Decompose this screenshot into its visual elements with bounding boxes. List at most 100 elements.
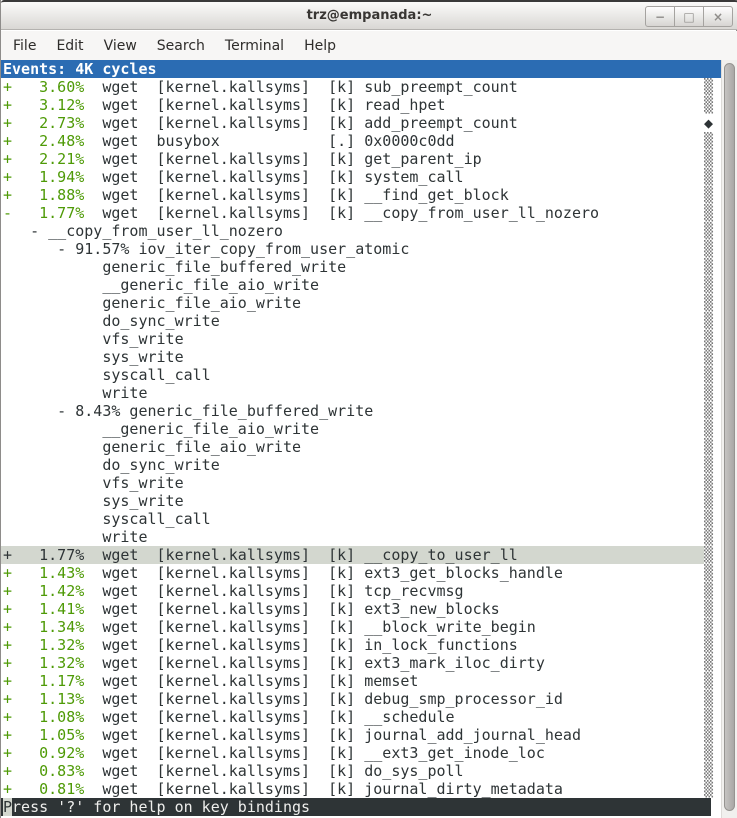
scroll-shade-icon: ▒ [704, 546, 713, 564]
menu-item-search[interactable]: Search [147, 34, 215, 58]
row-text: wget [kernel.kallsyms] [k] sub_preempt_c… [84, 78, 517, 96]
scroll-shade-icon: ▒ [704, 186, 713, 204]
row-text: wget [kernel.kallsyms] [k] system_call [84, 168, 463, 186]
hist-row[interactable]: + 3.12% wget [kernel.kallsyms] [k] read_… [1, 96, 721, 114]
hist-row[interactable]: vfs_write▒ [1, 474, 721, 492]
scroll-shade-icon: ▒ [704, 402, 713, 420]
hist-row[interactable]: sys_write ▒ [1, 492, 721, 510]
hist-row[interactable]: + 0.92% wget [kernel.kallsyms] [k] __ext… [1, 744, 721, 762]
scroll-shade-icon: ▒ [704, 492, 713, 510]
scroll-shade-icon: ▒ [704, 564, 713, 582]
title-bar[interactable]: trz@empanada:~ − □ × [1, 0, 737, 30]
hist-row[interactable]: do_sync_write▒ [1, 456, 721, 474]
terminal-cursor: P [3, 798, 12, 816]
scroll-shade-icon: ▒ [704, 204, 713, 222]
hist-row[interactable]: + 1.08% wget [kernel.kallsyms] [k] __sch… [1, 708, 721, 726]
hist-row[interactable]: do_sync_write▒ [1, 312, 721, 330]
terminal-content: Events: 4K cycles + 3.60% wget [kernel.k… [1, 60, 721, 818]
hist-row[interactable]: + 1.94% wget [kernel.kallsyms] [k] syste… [1, 168, 721, 186]
hist-row[interactable]: + 0.81% wget [kernel.kallsyms] [k] journ… [1, 780, 721, 798]
hist-row[interactable]: generic_file_aio_write▒ [1, 294, 721, 312]
hist-row[interactable]: + 1.88% wget [kernel.kallsyms] [k] __fin… [1, 186, 721, 204]
scroll-shade-icon: ▒ [704, 456, 713, 474]
hist-row[interactable]: generic_file_aio_write▒ [1, 438, 721, 456]
menu-item-file[interactable]: File [3, 34, 46, 58]
scrollbar[interactable] [721, 60, 737, 818]
hist-row[interactable]: __generic_file_aio_write▒ [1, 420, 721, 438]
close-icon: × [713, 10, 723, 24]
hist-row[interactable]: + 1.43% wget [kernel.kallsyms] [k] ext3_… [1, 564, 721, 582]
row-text: wget [kernel.kallsyms] [k] memset [84, 672, 418, 690]
hist-row[interactable]: + 2.48% wget busybox [.] 0x0000c0dd▒ [1, 132, 721, 150]
hist-row[interactable]: + 1.34% wget [kernel.kallsyms] [k] __blo… [1, 618, 721, 636]
menu-item-help[interactable]: Help [294, 34, 346, 58]
scrollbar-thumb[interactable] [724, 63, 735, 811]
menu-bar: FileEditViewSearchTerminalHelp [1, 31, 737, 60]
row-percent: + 0.81% [3, 780, 84, 798]
row-text: wget [kernel.kallsyms] [k] get_parent_ip [84, 150, 481, 168]
row-text: wget [kernel.kallsyms] [k] journal_add_j… [84, 726, 581, 744]
hist-row[interactable]: + 1.13% wget [kernel.kallsyms] [k] debug… [1, 690, 721, 708]
hist-row[interactable]: sys_write▒ [1, 348, 721, 366]
row-text: vfs_write [3, 474, 184, 492]
scroll-shade-icon: ▒ [704, 96, 713, 114]
menu-item-view[interactable]: View [94, 34, 147, 58]
scroll-shade-icon: ▒ [704, 708, 713, 726]
hist-row[interactable]: - 1.77% wget [kernel.kallsyms] [k] __cop… [1, 204, 721, 222]
hist-row[interactable]: write▒ [1, 528, 721, 546]
hist-row[interactable]: - 91.57% iov_iter_copy_from_user_atomic▒ [1, 240, 721, 258]
row-text: - 91.57% iov_iter_copy_from_user_atomic [3, 240, 409, 258]
scroll-shade-icon: ▒ [704, 258, 713, 276]
row-text: generic_file_aio_write [3, 294, 301, 312]
terminal-window: trz@empanada:~ − □ × FileEditViewSearchT… [0, 0, 737, 818]
hist-row[interactable]: syscall_call▒ [1, 510, 721, 528]
hist-row[interactable]: + 0.83% wget [kernel.kallsyms] [k] do_sy… [1, 762, 721, 780]
row-text: sys_write [3, 492, 184, 510]
scroll-shade-icon: ▒ [704, 528, 713, 546]
hist-row[interactable]: write▒ [1, 384, 721, 402]
hist-row[interactable]: + 1.32% wget [kernel.kallsyms] [k] in_lo… [1, 636, 721, 654]
row-text: wget [kernel.kallsyms] [k] read_hpet [84, 96, 445, 114]
hist-row[interactable]: generic_file_buffered_write▒ [1, 258, 721, 276]
scroll-shade-icon: ▒ [704, 672, 713, 690]
row-text: - __copy_from_user_ll_nozero [3, 222, 283, 240]
hist-row[interactable]: __generic_file_aio_write▒ [1, 276, 721, 294]
hist-row[interactable]: + 1.42% wget [kernel.kallsyms] [k] tcp_r… [1, 582, 721, 600]
scroll-shade-icon: ▒ [704, 780, 713, 798]
scroll-shade-icon: ▒ [704, 222, 713, 240]
row-text: write [3, 384, 148, 402]
hist-row[interactable]: + 1.32% wget [kernel.kallsyms] [k] ext3_… [1, 654, 721, 672]
hist-row[interactable]: vfs_write▒ [1, 330, 721, 348]
row-text: vfs_write [3, 330, 184, 348]
row-percent: + 1.34% [3, 618, 84, 636]
row-percent: + 1.05% [3, 726, 84, 744]
hist-row[interactable]: + 1.41% wget [kernel.kallsyms] [k] ext3_… [1, 600, 721, 618]
hist-row[interactable]: + 2.21% wget [kernel.kallsyms] [k] get_p… [1, 150, 721, 168]
row-percent: + 3.12% [3, 96, 84, 114]
scroll-shade-icon: ▒ [704, 438, 713, 456]
row-text: wget [kernel.kallsyms] [k] in_lock_funct… [84, 636, 517, 654]
row-percent: + 3.60% [3, 78, 84, 96]
row-percent: + 1.43% [3, 564, 84, 582]
maximize-button[interactable]: □ [674, 6, 704, 27]
status-text: ress '?' for help on key bindings [12, 798, 310, 816]
menu-item-terminal[interactable]: Terminal [215, 34, 294, 58]
row-percent: + 1.17% [3, 672, 84, 690]
minimize-button[interactable]: − [645, 6, 675, 27]
row-text: wget [kernel.kallsyms] [k] debug_smp_pro… [84, 690, 563, 708]
hist-row[interactable]: - __copy_from_user_ll_nozero ▒ [1, 222, 721, 240]
scroll-shade-icon: ▒ [704, 762, 713, 780]
close-button[interactable]: × [703, 6, 733, 27]
row-percent: + 1.13% [3, 690, 84, 708]
hist-row[interactable]: + 1.17% wget [kernel.kallsyms] [k] memse… [1, 672, 721, 690]
scroll-shade-icon: ▒ [704, 276, 713, 294]
hist-row[interactable]: syscall_call▒ [1, 366, 721, 384]
row-text: do_sync_write [3, 312, 220, 330]
hist-row-selected[interactable]: + 1.77% wget [kernel.kallsyms] [k] __cop… [1, 546, 721, 564]
hist-row[interactable]: + 1.05% wget [kernel.kallsyms] [k] journ… [1, 726, 721, 744]
scroll-shade-icon: ▒ [704, 726, 713, 744]
hist-row[interactable]: - 8.43% generic_file_buffered_write▒ [1, 402, 721, 420]
hist-row[interactable]: + 2.73% wget [kernel.kallsyms] [k] add_p… [1, 114, 721, 132]
hist-row[interactable]: + 3.60% wget [kernel.kallsyms] [k] sub_p… [1, 78, 721, 96]
menu-item-edit[interactable]: Edit [46, 34, 93, 58]
